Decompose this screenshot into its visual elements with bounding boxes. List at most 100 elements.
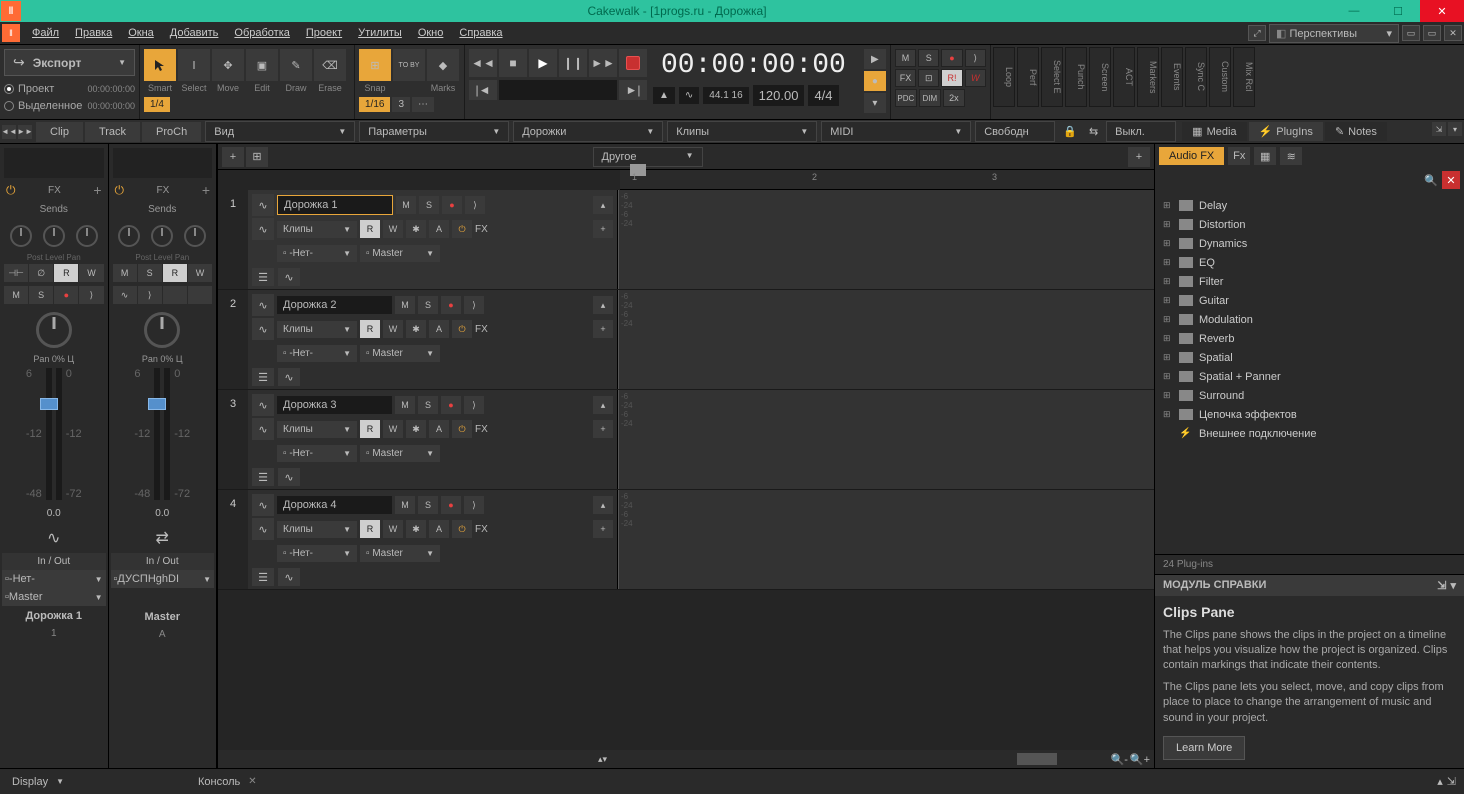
ch1-mute[interactable]: M [4, 286, 28, 304]
track-read[interactable]: R [360, 420, 380, 438]
play-button[interactable]: ▶ [529, 49, 557, 77]
perspectives-dropdown[interactable]: ◧ Перспективы ▾ [1269, 24, 1399, 43]
drop-params[interactable]: Параметры▼ [359, 121, 509, 142]
metronome-icon[interactable]: ▲ [653, 87, 675, 104]
vtab-punch[interactable]: Punch [1065, 47, 1087, 107]
vtab-custom[interactable]: Custom [1209, 47, 1231, 107]
fx-filter-1[interactable]: Fx [1228, 147, 1250, 165]
drop-free[interactable]: Свободн [975, 121, 1055, 142]
ch1-fader[interactable] [46, 368, 52, 500]
browser-tab-notes[interactable]: ✎ Notes [1325, 122, 1387, 141]
rewind-button[interactable]: ◄◄ [469, 49, 497, 77]
ch1-power-icon[interactable]: ⏻ [6, 183, 16, 198]
expand-icon[interactable]: ⊞ [1163, 238, 1173, 249]
forward-button[interactable]: ►► [589, 49, 617, 77]
mix-mon[interactable]: ⟩ [965, 49, 986, 67]
vtab-sync[interactable]: Sync C [1185, 47, 1207, 107]
snap-dots[interactable]: ⋯ [412, 97, 434, 112]
tree-item[interactable]: ⊞ Surround [1163, 386, 1456, 405]
ch2-knob-pan[interactable] [184, 225, 206, 247]
audiofx-tab[interactable]: Audio FX [1159, 147, 1224, 165]
track-solo[interactable]: S [419, 196, 439, 214]
vtab-mixrcl[interactable]: Mix Rcl [1233, 47, 1255, 107]
fullscreen-icon[interactable]: ⤢ [1248, 25, 1266, 41]
track-solo[interactable]: S [418, 296, 438, 314]
vtab-screen[interactable]: Screen [1089, 47, 1111, 107]
expand-icon[interactable]: ⊞ [1163, 352, 1173, 363]
edit-tool-button[interactable]: ▣ [246, 49, 278, 81]
drop-clips[interactable]: Клипы▼ [667, 121, 817, 142]
track-output-drop[interactable]: ▫ Master▼ [360, 545, 440, 562]
ch1-knob-pan[interactable] [76, 225, 98, 247]
track-add-fx[interactable]: + [593, 520, 613, 538]
dock-button-1[interactable]: ▭ [1402, 25, 1420, 41]
track-write[interactable]: W [383, 520, 403, 538]
menu-add[interactable]: Добавить [162, 22, 227, 44]
track-mon[interactable]: ⟩ [464, 496, 484, 514]
transport-opt-2[interactable]: ● [864, 71, 886, 91]
ch2-b3[interactable] [163, 286, 187, 304]
track-fx-power[interactable]: ⏻ [452, 420, 472, 438]
mix-read[interactable]: R! [941, 69, 962, 87]
goto-start-button[interactable]: |◄ [469, 80, 497, 100]
browser-tab-media[interactable]: ▦ Media [1182, 122, 1246, 141]
tree-item[interactable]: ⊞ Spatial [1163, 348, 1456, 367]
ch2-power-icon[interactable]: ⏻ [115, 183, 125, 198]
close-button[interactable]: ✕ [1420, 0, 1464, 22]
menu-edit[interactable]: Правка [67, 22, 120, 44]
menu-window[interactable]: Окно [410, 22, 452, 44]
menu-project[interactable]: Проект [298, 22, 350, 44]
snap-marks-button[interactable]: ◆ [427, 49, 459, 81]
mix-offset[interactable]: ⊡ [918, 69, 939, 87]
ch1-output-sel[interactable]: ▫Master▼ [2, 588, 106, 606]
mix-arm[interactable]: ● [941, 49, 962, 67]
help-pin-icon[interactable]: ⇲ [1437, 579, 1446, 592]
track-mon[interactable]: ⟩ [464, 396, 484, 414]
expand-icon[interactable]: ⊞ [1163, 257, 1173, 268]
drop-view[interactable]: Вид▼ [205, 121, 355, 142]
tree-item[interactable]: ⊞ Modulation [1163, 310, 1456, 329]
mix-write[interactable]: W [965, 69, 986, 87]
time-display[interactable]: 00:00:00:00 [653, 49, 854, 81]
track-fx-power[interactable]: ⏻ [452, 520, 472, 538]
track-write[interactable]: W [383, 320, 403, 338]
track-header[interactable]: ∿ Дорожка 2 M S ● ⟩ ▴ ∿ Клипы▼ R W ✱ A ⏻… [248, 290, 618, 389]
track-header[interactable]: ∿ Дорожка 4 M S ● ⟩ ▴ ∿ Клипы▼ R W ✱ A ⏻… [248, 490, 618, 589]
snap-grid-button[interactable]: ⊞ [359, 49, 391, 81]
ch2-knob-post[interactable] [118, 225, 140, 247]
transport-opt-3[interactable]: ▾ [864, 93, 886, 113]
track-input-drop[interactable]: ▫ -Нет-▼ [277, 445, 357, 462]
ch1-input-sel[interactable]: ▫-Нет-▼ [2, 570, 106, 588]
tree-item[interactable]: ⊞ Filter [1163, 272, 1456, 291]
ch2-solo2[interactable]: S [138, 264, 162, 282]
track-header[interactable]: ∿ Дорожка 1 M S ● ⟩ ▴ ∿ Клипы▼ R W ✱ A ⏻… [248, 190, 618, 289]
track-add-fx[interactable]: + [593, 220, 613, 238]
ch2-wave[interactable]: ∿ [113, 286, 137, 304]
tree-item[interactable]: ⊞ Reverb [1163, 329, 1456, 348]
ch1-i[interactable]: ⊣⊢ [4, 264, 28, 282]
tree-item[interactable]: ⊞ Spatial + Panner [1163, 367, 1456, 386]
track-clips-drop[interactable]: Клипы▼ [277, 221, 357, 238]
track-read[interactable]: R [360, 220, 380, 238]
browser-dock-2[interactable]: ▾ [1448, 122, 1462, 136]
ch2-write[interactable]: W [188, 264, 212, 282]
ch2-link[interactable]: ⟩ [138, 286, 162, 304]
add-track-button[interactable]: + [222, 147, 244, 167]
mix-fx[interactable]: FX [895, 69, 916, 87]
ch2-add-fx[interactable]: + [202, 182, 210, 198]
expand-icon[interactable]: ⊞ [1163, 371, 1173, 382]
add-folder-button[interactable]: ⊞ [246, 147, 268, 167]
track-add-fx[interactable]: + [593, 420, 613, 438]
wave-icon[interactable]: ∿ [679, 87, 699, 104]
track-archive[interactable]: A [429, 220, 449, 238]
tempo-display[interactable]: 120.00 [753, 85, 805, 106]
snap-toby-button[interactable]: TO BY [393, 49, 425, 81]
track-mute[interactable]: M [395, 496, 415, 514]
draw-tool-button[interactable]: ✎ [280, 49, 312, 81]
drop-midi[interactable]: MIDI▼ [821, 121, 971, 142]
select-tool-button[interactable]: Ⅰ [178, 49, 210, 81]
learn-more-button[interactable]: Learn More [1163, 736, 1245, 760]
track-write[interactable]: W [383, 420, 403, 438]
minimize-button[interactable]: — [1332, 0, 1376, 22]
ch1-arm[interactable]: ● [54, 286, 78, 304]
